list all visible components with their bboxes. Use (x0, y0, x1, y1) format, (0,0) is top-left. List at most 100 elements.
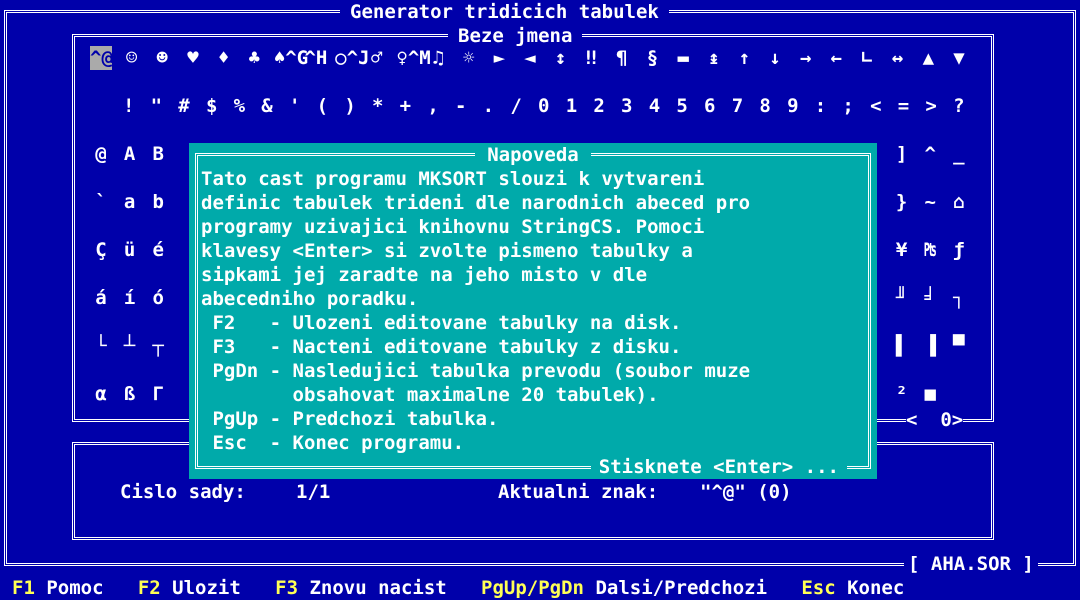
charset-cell[interactable]: b (147, 190, 169, 214)
charset-cell[interactable]: ü (119, 238, 141, 262)
charset-cell[interactable]: ← (825, 46, 847, 70)
charset-cell[interactable]: . (477, 94, 499, 118)
charset-cell[interactable]: ▬ (672, 46, 694, 70)
charset-cell[interactable]: ß (119, 382, 141, 406)
charset-cell[interactable]: ^ (919, 142, 941, 166)
charset-cell[interactable]: ) (339, 94, 361, 118)
charset-cell[interactable]: ∟ (856, 46, 878, 70)
charset-cell[interactable]: ▐ (919, 334, 941, 358)
charset-cell[interactable]: 7 (726, 94, 748, 118)
charset-cell[interactable]: a (119, 190, 141, 214)
charset-cell[interactable]: í (119, 286, 141, 310)
charset-cell[interactable]: ] (891, 142, 913, 166)
charset-cell[interactable]: Γ (147, 382, 169, 406)
charset-cell[interactable]: ▼ (948, 46, 970, 70)
charset-cell[interactable]: Ç (90, 238, 112, 262)
charset-cell[interactable]: ╜ (891, 286, 913, 310)
charset-cell[interactable]: 6 (699, 94, 721, 118)
charset-cell[interactable]: ▀ (948, 334, 970, 358)
charset-cell[interactable]: ( (311, 94, 333, 118)
charset-cell[interactable]: " (145, 94, 167, 118)
charset-cell[interactable]: > (920, 94, 942, 118)
charset-cell[interactable]: ╛ (919, 286, 941, 310)
charset-cell[interactable]: ◄ (519, 46, 541, 70)
charset-cell[interactable]: ♂ (366, 46, 388, 70)
charset-cell[interactable]: ○^J (335, 46, 369, 70)
charset-cell[interactable]: - (450, 94, 472, 118)
charset-cell[interactable]: ↕ (550, 46, 572, 70)
charset-cell[interactable]: + (394, 94, 416, 118)
charset-cell[interactable]: ' (284, 94, 306, 118)
charset-cell[interactable]: / (505, 94, 527, 118)
charset-cell[interactable]: A (119, 142, 141, 166)
charset-cell[interactable]: ┴ (119, 334, 141, 358)
press-enter-prompt[interactable]: Stisknete <Enter> ... (590, 455, 847, 479)
charset-cell[interactable]: : (809, 94, 831, 118)
status-item[interactable]: PgUp/PgDn Dalsi/Predchozi (481, 577, 801, 599)
charset-cell[interactable]: á (90, 286, 112, 310)
charset-cell[interactable]: < (865, 94, 887, 118)
help-dialog[interactable]: Napoveda Tato cast programu MKSORT slouz… (189, 143, 877, 479)
charset-cell[interactable] (90, 94, 112, 118)
charset-cell[interactable]: ² (891, 382, 913, 406)
charset-cell[interactable]: _ (948, 142, 970, 166)
charset-cell[interactable]: └ (90, 334, 112, 358)
charset-cell[interactable]: ó (147, 286, 169, 310)
charset-cell[interactable]: B (147, 142, 169, 166)
charset-cell[interactable]: ¶ (611, 46, 633, 70)
charset-cell[interactable]: ↨ (703, 46, 725, 70)
charset-cell[interactable]: , (422, 94, 444, 118)
charset-cell[interactable]: → (795, 46, 817, 70)
charset-cell[interactable]: ‼ (580, 46, 602, 70)
charset-cell[interactable] (948, 382, 970, 406)
charset-cell[interactable]: ♥ (182, 46, 204, 70)
charset-cell[interactable]: ? (948, 94, 970, 118)
charset-cell[interactable]: 5 (671, 94, 693, 118)
charset-cell[interactable]: ♀^M (396, 46, 430, 70)
charset-cell[interactable]: ☺ (121, 46, 143, 70)
charset-cell[interactable]: $ (201, 94, 223, 118)
charset-cell[interactable]: ƒ (948, 238, 970, 262)
charset-cell[interactable]: ^H (304, 46, 327, 70)
charset-cell[interactable]: ↓ (764, 46, 786, 70)
charset-cell[interactable]: ₧ (919, 238, 941, 262)
charset-cell[interactable]: ♫ (427, 46, 449, 70)
charset-cell[interactable]: ↑ (733, 46, 755, 70)
charset-cell[interactable]: = (892, 94, 914, 118)
charset-cell[interactable]: ¥ (891, 238, 913, 262)
charset-cell[interactable]: é (147, 238, 169, 262)
charset-cell[interactable]: α (90, 382, 112, 406)
charset-cell[interactable]: ; (837, 94, 859, 118)
charset-cell[interactable]: # (173, 94, 195, 118)
charset-cell[interactable]: 0 (533, 94, 555, 118)
charset-cell[interactable]: ▌ (891, 334, 913, 358)
charset-cell[interactable]: ^@ (90, 46, 113, 70)
charset-cell[interactable]: * (367, 94, 389, 118)
charset-cell[interactable]: ♦ (213, 46, 235, 70)
status-item[interactable]: F2 Ulozit (138, 577, 275, 599)
charset-cell[interactable]: ♣ (243, 46, 265, 70)
status-item[interactable]: Esc Konec (801, 577, 904, 599)
charset-cell[interactable]: } (891, 190, 913, 214)
charset-cell[interactable]: ↔ (887, 46, 909, 70)
charset-cell[interactable]: ⌂ (948, 190, 970, 214)
charset-cell[interactable]: ` (90, 190, 112, 214)
charset-cell[interactable]: @ (90, 142, 112, 166)
charset-cell[interactable]: 3 (616, 94, 638, 118)
charset-cell[interactable]: § (642, 46, 664, 70)
charset-cell[interactable]: ☼ (458, 46, 480, 70)
charset-cell[interactable]: 2 (588, 94, 610, 118)
charset-cell[interactable]: & (256, 94, 278, 118)
charset-cell[interactable]: 1 (560, 94, 582, 118)
charset-cell[interactable]: ┐ (948, 286, 970, 310)
charset-cell[interactable]: ~ (919, 190, 941, 214)
status-item[interactable]: F1 Pomoc (12, 577, 138, 599)
charset-cell[interactable]: ► (488, 46, 510, 70)
charset-cell[interactable]: ♠^G (274, 46, 308, 70)
charset-cell[interactable]: ▲ (917, 46, 939, 70)
charset-cell[interactable]: ■ (919, 382, 941, 406)
charset-cell[interactable]: 4 (643, 94, 665, 118)
charset-cell[interactable]: 9 (782, 94, 804, 118)
charset-cell[interactable]: ☻ (151, 46, 173, 70)
charset-cell[interactable]: ┬ (147, 334, 169, 358)
